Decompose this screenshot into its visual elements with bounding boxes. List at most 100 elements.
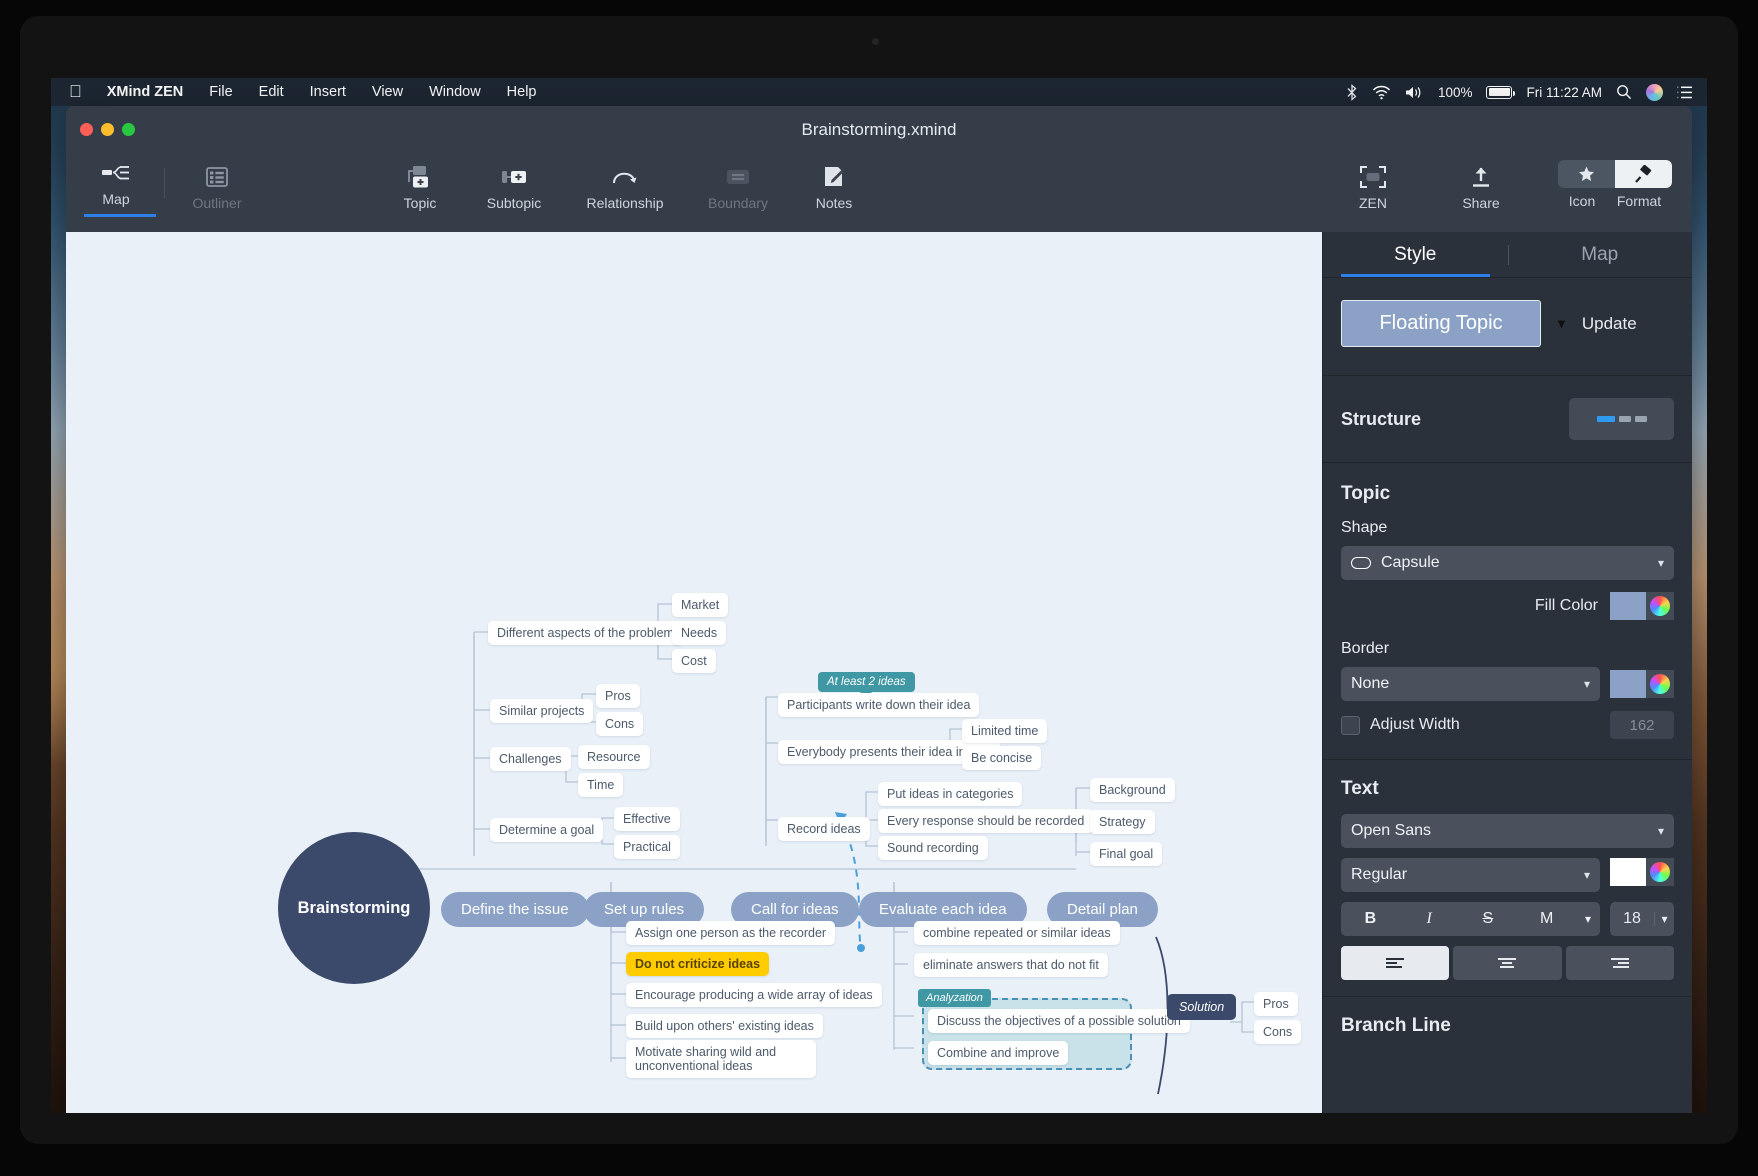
node-cons-2[interactable]: Cons (1254, 1020, 1302, 1044)
battery-icon[interactable] (1486, 85, 1516, 99)
adjust-width-input[interactable]: 162 (1610, 711, 1674, 739)
node-eliminate-answers[interactable]: eliminate answers that do not fit (914, 953, 1108, 977)
node-effective[interactable]: Effective (614, 807, 680, 831)
node-similar-projects[interactable]: Similar projects (490, 699, 594, 723)
search-icon[interactable] (1616, 84, 1632, 100)
node-be-concise[interactable]: Be concise (962, 746, 1042, 770)
border-color-swatch[interactable] (1610, 670, 1674, 698)
node-sound-recording[interactable]: Sound recording (878, 836, 988, 860)
node-final-goal[interactable]: Final goal (1090, 842, 1163, 866)
volume-icon[interactable] (1405, 85, 1424, 100)
callout-at-least-2-ideas[interactable]: At least 2 ideas (818, 672, 915, 698)
tab-style[interactable]: Style (1323, 232, 1508, 277)
wifi-icon[interactable] (1372, 85, 1391, 100)
node-cost[interactable]: Cost (672, 649, 716, 673)
font-weight-select[interactable]: Regular ▾ (1341, 858, 1600, 892)
italic-button[interactable]: I (1400, 910, 1459, 928)
menu-window[interactable]: Window (416, 78, 494, 106)
format-panel-button[interactable] (1615, 160, 1672, 188)
node-practical[interactable]: Practical (614, 835, 680, 859)
floating-topic-solution[interactable]: Solution (1167, 994, 1237, 1020)
minimize-button[interactable] (101, 123, 114, 136)
mindmap-canvas[interactable]: Brainstorming Define the issue Set up ru… (66, 232, 1322, 1113)
adjust-width-checkbox[interactable] (1341, 715, 1360, 735)
node-encourage-wide-array[interactable]: Encourage producing a wide array of idea… (626, 983, 882, 1007)
node-put-ideas-in-categories[interactable]: Put ideas in categories (878, 782, 1023, 806)
node-strategy[interactable]: Strategy (1090, 810, 1155, 834)
node-discuss-objectives[interactable]: Discuss the objectives of a possible sol… (928, 1009, 1190, 1033)
node-combine-and-improve[interactable]: Combine and improve (928, 1041, 1069, 1065)
shape-select[interactable]: Capsule ▾ (1341, 546, 1674, 580)
close-button[interactable] (80, 123, 93, 136)
structure-picker-button[interactable] (1569, 398, 1674, 440)
node-resource[interactable]: Resource (578, 745, 650, 769)
list-icon[interactable] (1677, 86, 1693, 99)
node-needs[interactable]: Needs (672, 621, 727, 645)
main-topic-define-the-issue[interactable]: Define the issue (441, 892, 589, 927)
text-color-swatch[interactable] (1610, 858, 1674, 886)
align-right-button[interactable] (1565, 946, 1674, 980)
color-wheel-icon[interactable] (1646, 592, 1674, 620)
node-assign-recorder[interactable]: Assign one person as the recorder (626, 921, 836, 945)
node-record-ideas[interactable]: Record ideas (778, 817, 870, 841)
color-wheel-icon[interactable] (1646, 858, 1674, 886)
chevron-down-icon[interactable]: ▾ (1654, 912, 1674, 926)
node-combine-repeated[interactable]: combine repeated or similar ideas (914, 921, 1120, 945)
root-topic[interactable]: Brainstorming (278, 832, 430, 984)
tab-map-panel[interactable]: Map (1508, 232, 1693, 277)
zen-button[interactable]: ZEN (1342, 160, 1404, 211)
menu-insert[interactable]: Insert (297, 78, 359, 106)
node-limited-time[interactable]: Limited time (962, 719, 1048, 743)
theme-preview-button[interactable]: Floating Topic (1341, 300, 1541, 347)
capsule-icon (1351, 557, 1371, 569)
node-participants-write-down[interactable]: Participants write down their idea (778, 693, 980, 717)
update-button[interactable]: Update (1582, 314, 1637, 334)
align-center-button[interactable] (1453, 946, 1562, 980)
font-size-field[interactable]: 18 ▾ (1610, 902, 1674, 936)
node-cons-1[interactable]: Cons (596, 712, 644, 736)
chevron-down-icon[interactable]: ▾ (1576, 912, 1600, 926)
menubar-app-name[interactable]: XMind ZEN (94, 78, 197, 106)
window-controls[interactable] (80, 123, 135, 136)
more-text-button[interactable]: M (1517, 910, 1576, 928)
node-market[interactable]: Market (672, 593, 729, 617)
siri-icon[interactable] (1646, 83, 1663, 101)
topic-button[interactable]: Topic (389, 160, 451, 211)
node-every-response-recorded[interactable]: Every response should be recorded (878, 809, 1094, 833)
border-select[interactable]: None ▾ (1341, 667, 1600, 701)
node-time[interactable]: Time (578, 773, 624, 797)
share-button[interactable]: Share (1450, 160, 1512, 211)
strikethrough-button[interactable]: S (1459, 910, 1518, 928)
node-background[interactable]: Background (1090, 778, 1175, 802)
node-pros-2[interactable]: Pros (1254, 992, 1298, 1016)
node-do-not-criticize[interactable]: Do not criticize ideas (626, 952, 770, 976)
fill-color-swatch[interactable] (1610, 592, 1674, 620)
bluetooth-icon[interactable] (1346, 83, 1358, 101)
menu-help[interactable]: Help (494, 78, 550, 106)
node-determine-a-goal[interactable]: Determine a goal (490, 818, 604, 842)
notes-button[interactable]: Notes (803, 160, 865, 211)
subtopic-button[interactable]: Subtopic (477, 160, 551, 211)
tab-outliner[interactable]: Outliner (173, 160, 261, 211)
font-family-select[interactable]: Open Sans ▾ (1341, 814, 1674, 848)
align-left-button[interactable] (1341, 946, 1450, 980)
color-wheel-icon[interactable] (1646, 670, 1674, 698)
relationship-icon (611, 164, 639, 190)
menu-view[interactable]: View (359, 78, 416, 106)
boundary-label-analyzation[interactable]: Analyzation (918, 989, 991, 1007)
node-different-aspects[interactable]: Different aspects of the problem (488, 621, 683, 645)
menubar-clock[interactable]: Fri 11:22 AM (1526, 85, 1602, 100)
apple-icon[interactable]:  (61, 83, 94, 100)
maximize-button[interactable] (122, 123, 135, 136)
node-motivate-sharing-wild[interactable]: Motivate sharing wild and unconventional… (626, 1040, 816, 1078)
node-pros-1[interactable]: Pros (596, 684, 640, 708)
menu-file[interactable]: File (196, 78, 245, 106)
menu-edit[interactable]: Edit (246, 78, 297, 106)
tab-map[interactable]: Map (84, 160, 156, 217)
node-challenges[interactable]: Challenges (490, 747, 571, 771)
icon-panel-button[interactable] (1558, 160, 1615, 188)
node-build-upon-existing[interactable]: Build upon others' existing ideas (626, 1014, 823, 1038)
relationship-button[interactable]: Relationship (577, 160, 673, 211)
bold-button[interactable]: B (1341, 910, 1400, 928)
chevron-down-icon[interactable]: ▼ (1555, 316, 1568, 331)
